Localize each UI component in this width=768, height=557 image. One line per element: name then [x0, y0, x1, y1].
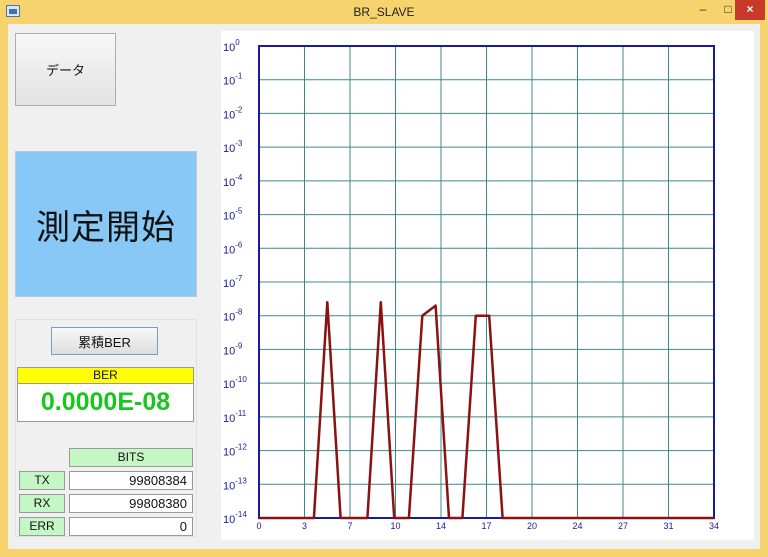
- x-tick-label: 14: [436, 521, 446, 531]
- x-tick-label: 17: [481, 521, 491, 531]
- x-tick-label: 31: [663, 521, 673, 531]
- window-title: BR_SLAVE: [353, 5, 415, 19]
- y-tick-label: 10-7: [223, 274, 243, 290]
- y-tick-label: 100: [223, 38, 240, 54]
- y-tick-label: 10-14: [223, 510, 247, 526]
- rx-label: RX: [19, 494, 65, 513]
- x-tick-label: 24: [572, 521, 582, 531]
- bits-header: BITS: [69, 448, 193, 467]
- ber-chart-svg: 10010-110-210-310-410-510-610-710-810-91…: [223, 38, 719, 531]
- close-button[interactable]: ×: [735, 0, 765, 20]
- rx-value: 99808380: [69, 494, 193, 513]
- y-tick-label: 10-11: [223, 409, 247, 425]
- data-button[interactable]: データ: [15, 33, 116, 106]
- y-tick-label: 10-8: [223, 308, 243, 324]
- y-tick-label: 10-12: [223, 443, 247, 459]
- client-area: データ 測定開始 累積BER BER 0.0000E-08 BITS TX 99…: [8, 24, 760, 549]
- ber-chart: 100 10-1 10-2 10-3 10-4 10-5 10-6 10-7 10-8 10-9 1…: [221, 31, 754, 540]
- cumulative-ber-button[interactable]: 累積BER: [51, 327, 158, 355]
- y-tick-label: 10-9: [223, 341, 243, 357]
- y-tick-label: 10-1: [223, 72, 243, 88]
- y-tick-label: 10-10: [223, 375, 247, 391]
- x-tick-label: 20: [527, 521, 537, 531]
- ber-header: BER: [17, 367, 194, 384]
- x-tick-label: 0: [256, 521, 261, 531]
- tx-label: TX: [19, 471, 65, 490]
- x-tick-label: 7: [347, 521, 352, 531]
- minimize-button[interactable]: –: [690, 0, 716, 20]
- err-value: 0: [69, 517, 193, 536]
- start-measurement-button[interactable]: 測定開始: [15, 151, 197, 297]
- x-tick-label: 10: [390, 521, 400, 531]
- x-tick-label: 34: [709, 521, 719, 531]
- title-bar[interactable]: BR_SLAVE – □ ×: [0, 0, 768, 24]
- err-label: ERR: [19, 517, 65, 536]
- y-tick-label: 10-3: [223, 139, 243, 155]
- y-tick-label: 10-5: [223, 207, 243, 223]
- y-tick-label: 10-13: [223, 476, 247, 492]
- app-window: BR_SLAVE – □ × データ 測定開始 累積BER BER 0.0000…: [0, 0, 768, 557]
- ber-value: 0.0000E-08: [17, 384, 194, 422]
- x-tick-label: 27: [618, 521, 628, 531]
- x-tick-label: 3: [302, 521, 307, 531]
- y-tick-label: 10-6: [223, 240, 243, 256]
- y-tick-label: 10-2: [223, 105, 243, 121]
- y-tick-label: 10-4: [223, 173, 243, 189]
- tx-value: 99808384: [69, 471, 193, 490]
